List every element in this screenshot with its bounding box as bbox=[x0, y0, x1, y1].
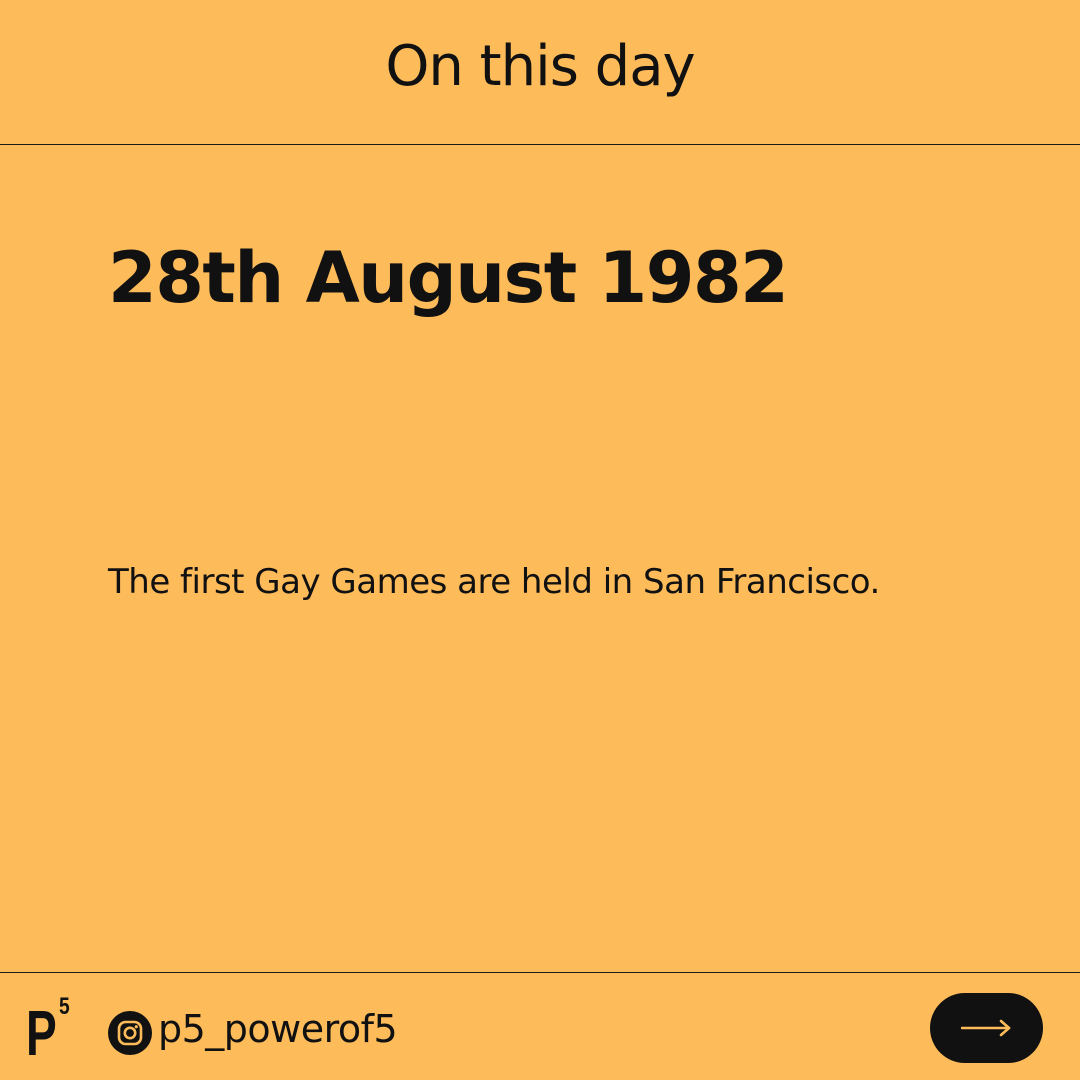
header: On this day bbox=[0, 0, 1080, 145]
instagram-icon bbox=[108, 1011, 152, 1055]
next-button[interactable] bbox=[930, 993, 1043, 1063]
instagram-handle[interactable]: p5_powerof5 bbox=[158, 1007, 398, 1053]
footer: P 5 p5_powerof5 bbox=[0, 972, 1080, 1080]
p5-logo: P 5 bbox=[26, 995, 86, 1069]
logo-superscript: 5 bbox=[59, 993, 70, 1020]
event-description: The first Gay Games are held in San Fran… bbox=[108, 562, 880, 602]
logo-letter: P bbox=[26, 997, 57, 1069]
date-heading: 28th August 1982 bbox=[108, 237, 789, 319]
page-title: On this day bbox=[385, 34, 695, 99]
arrow-right-icon bbox=[960, 1019, 1010, 1037]
